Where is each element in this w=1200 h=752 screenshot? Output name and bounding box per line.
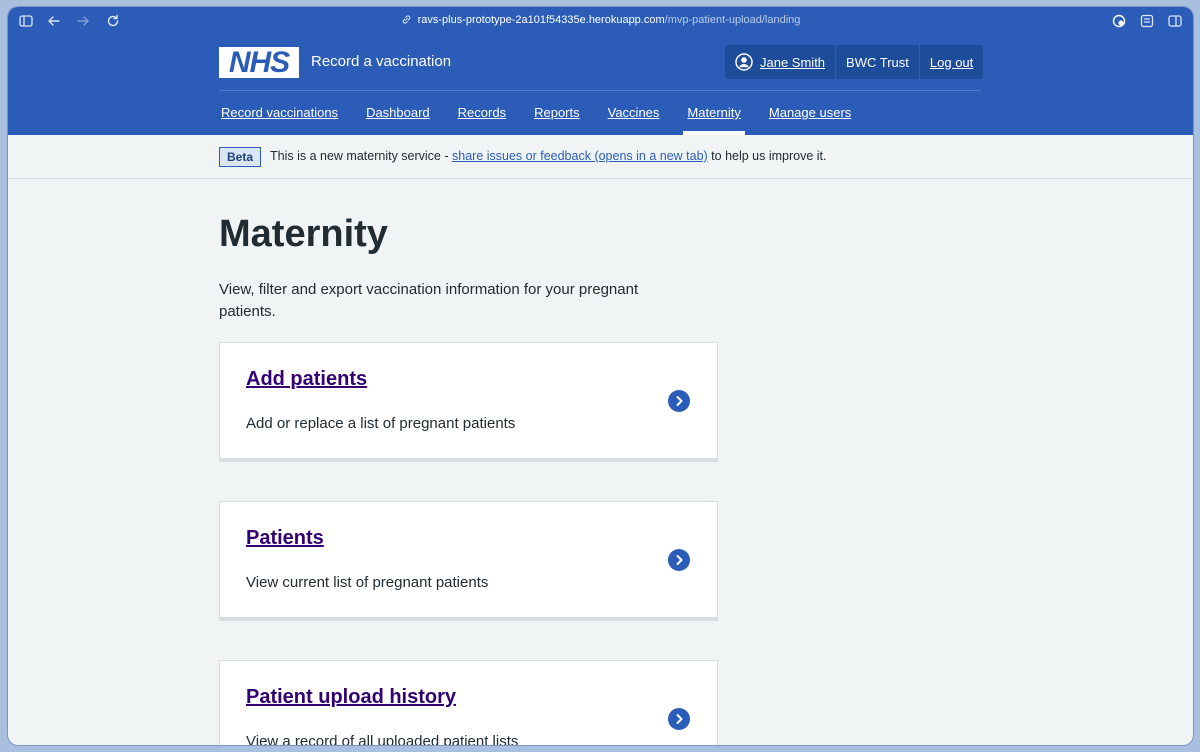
banner-text-after: to help us improve it.	[707, 149, 827, 163]
chevron-right-icon[interactable]	[668, 708, 690, 730]
nhs-logo[interactable]: NHS	[219, 47, 299, 78]
nav-vaccines[interactable]: Vaccines	[606, 91, 662, 135]
chevron-right-icon[interactable]	[668, 390, 690, 412]
logout-link[interactable]: Log out	[930, 55, 973, 70]
card-patients[interactable]: Patients View current list of pregnant p…	[219, 501, 718, 621]
card-description: Add or replace a list of pregnant patien…	[246, 415, 516, 432]
url-host: ravs-plus-prototype-2a101f54335e.herokua…	[417, 14, 665, 26]
nav-records[interactable]: Records	[456, 91, 508, 135]
url-path: /mvp-patient-upload/landing	[664, 14, 801, 26]
extension-icon[interactable]	[1111, 13, 1127, 29]
account-bar: Jane Smith BWC Trust Log out	[725, 45, 984, 79]
feedback-link[interactable]: share issues or feedback (opens in a new…	[452, 149, 708, 163]
primary-nav: Record vaccinations Dashboard Records Re…	[219, 91, 877, 135]
address-bar[interactable]: ravs-plus-prototype-2a101f54335e.herokua…	[8, 14, 1193, 28]
card-patient-upload-history[interactable]: Patient upload history View a record of …	[219, 660, 718, 745]
page-title: Maternity	[219, 213, 388, 255]
page-lede: View, filter and export vaccination info…	[219, 281, 639, 320]
nav-record-vaccinations[interactable]: Record vaccinations	[219, 91, 340, 135]
organisation-name: BWC Trust	[836, 45, 920, 79]
browser-toolbar: ravs-plus-prototype-2a101f54335e.herokua…	[8, 7, 1193, 35]
split-view-icon[interactable]	[1167, 13, 1183, 29]
user-icon	[735, 53, 753, 71]
card-description: View a record of all uploaded patient li…	[246, 733, 519, 745]
card-title-link[interactable]: Patients	[246, 527, 324, 550]
reader-icon[interactable]	[1139, 13, 1155, 29]
banner-text-before: This is a new maternity service -	[270, 149, 452, 163]
phase-banner: Beta This is a new maternity service - s…	[8, 135, 1193, 179]
service-name[interactable]: Record a vaccination	[311, 53, 451, 70]
site-header: NHS Record a vaccination Jane Smith BWC …	[8, 35, 1193, 135]
nav-reports[interactable]: Reports	[532, 91, 582, 135]
card-title-link[interactable]: Patient upload history	[246, 686, 456, 709]
link-icon	[401, 14, 412, 28]
banner-text: This is a new maternity service - share …	[270, 149, 827, 163]
nav-maternity[interactable]: Maternity	[683, 91, 746, 135]
nav-dashboard[interactable]: Dashboard	[364, 91, 432, 135]
account-user: Jane Smith	[725, 45, 837, 79]
chevron-right-icon[interactable]	[668, 549, 690, 571]
card-title-link[interactable]: Add patients	[246, 368, 367, 391]
user-name-link[interactable]: Jane Smith	[760, 55, 825, 70]
browser-window: ravs-plus-prototype-2a101f54335e.herokua…	[8, 7, 1193, 745]
beta-tag: Beta	[219, 147, 261, 167]
card-description: View current list of pregnant patients	[246, 574, 489, 591]
nav-manage-users[interactable]: Manage users	[767, 91, 853, 135]
card-add-patients[interactable]: Add patients Add or replace a list of pr…	[219, 342, 718, 462]
